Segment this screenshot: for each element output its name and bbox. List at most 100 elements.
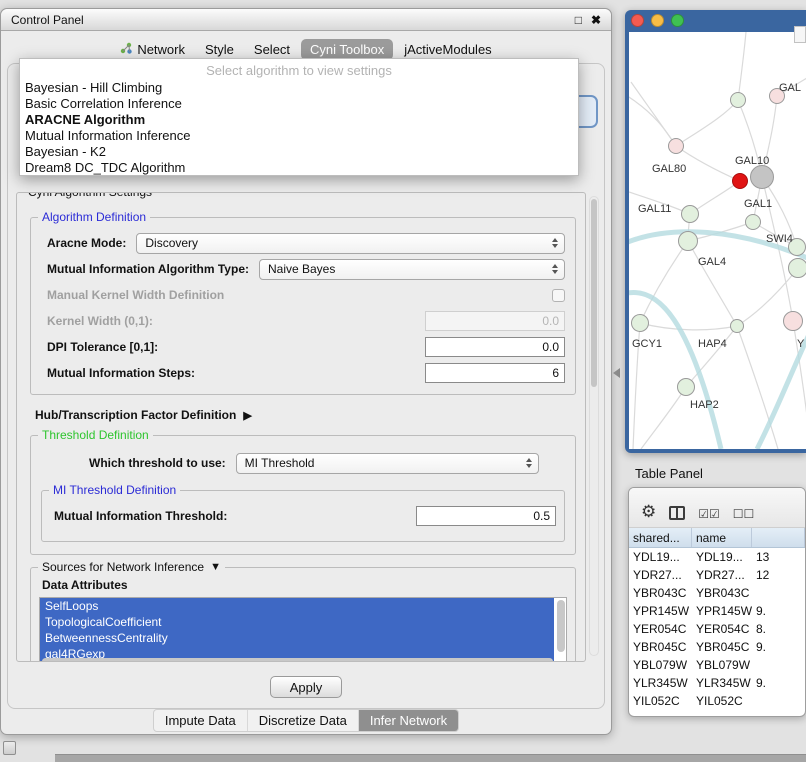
list-horizontal-scrollbar[interactable] (42, 658, 553, 662)
close-button[interactable] (631, 14, 644, 27)
expand-down-icon: ▼ (210, 561, 221, 573)
table-cell: YBL079W (629, 658, 692, 672)
table-header-cell[interactable] (752, 528, 805, 547)
network-node[interactable] (788, 258, 806, 278)
table-row[interactable]: YBR045CYBR045C9. (629, 638, 805, 656)
kernel-width-input[interactable] (425, 311, 565, 331)
manual-kernel-checkbox[interactable] (552, 289, 565, 302)
list-item-selfloops[interactable]: SelfLoops (40, 598, 554, 614)
cyni-settings-legend: Cyni Algorithm Settings (24, 192, 156, 199)
combo-arrows-icon (522, 458, 538, 468)
mi-steps-input[interactable] (425, 363, 565, 383)
menu-item-mutual-information-inference[interactable]: Mutual Information Inference (20, 128, 578, 144)
network-node[interactable] (745, 214, 761, 230)
table-cell: 9. (752, 676, 805, 690)
table-row[interactable]: YER054CYER054C8. (629, 620, 805, 638)
network-node[interactable] (730, 92, 746, 108)
list-vertical-scrollbar[interactable] (557, 600, 565, 652)
control-panel-tab-bar: Network StyleSelectCyni Toolbox jActiveMod… (1, 39, 611, 60)
table-row[interactable]: YDR27...YDR27...12 (629, 566, 805, 584)
bottom-tab-impute-data[interactable]: Impute Data (154, 710, 248, 731)
which-threshold-select[interactable]: MI Threshold (236, 453, 539, 474)
bottom-tab-bar: Impute DataDiscretize DataInfer Network (1, 709, 611, 732)
which-threshold-label: Which threshold to use: (89, 456, 226, 470)
tab-jactivemodules[interactable]: jActiveModules (395, 39, 500, 60)
select-columns-icon[interactable]: ☑☑ (698, 508, 720, 520)
kernel-width-label: Kernel Width (0,1): (47, 314, 153, 328)
table-row[interactable]: YBL079WYBL079W (629, 656, 805, 674)
mi-algorithm-type-row: Mutual Information Algorithm Type: Naive… (47, 258, 565, 280)
table-cell: YPR145W (692, 604, 752, 618)
minimize-button[interactable] (651, 14, 664, 27)
hub-section-toggle[interactable]: Hub/Transcription Factor Definition ▶ (35, 408, 576, 422)
network-node-label: HAP4 (698, 338, 727, 350)
tab-cyni-toolbox[interactable]: Cyni Toolbox (301, 39, 393, 60)
network-node[interactable] (750, 165, 774, 189)
table-row[interactable]: YDL19...YDL19...13 (629, 548, 805, 566)
tab-label: Network (137, 42, 185, 57)
tab-network[interactable]: Network (111, 39, 194, 60)
control-panel-titlebar[interactable]: Control Panel □ ✖ (1, 9, 611, 31)
table-cell: YDR27... (692, 568, 752, 582)
network-node[interactable] (668, 138, 684, 154)
network-canvas[interactable]: GALGAL80GAL10GAL11GAL1SWI4GAL4GCY1HAP4HA… (629, 32, 806, 449)
zoom-button[interactable] (671, 14, 684, 27)
table-cell: YIL052C (629, 694, 692, 708)
table-header-cell[interactable]: shared... (629, 528, 692, 547)
panel-collapse-arrow[interactable] (613, 368, 620, 378)
sources-legend[interactable]: Sources for Network Inference ▼ (38, 560, 225, 574)
network-node[interactable] (783, 311, 803, 331)
table-cell: 8. (752, 622, 805, 636)
data-attributes-rows: SelfLoopsTopologicalCoefficientBetweenne… (40, 598, 566, 662)
list-item-betweennesscentrality[interactable]: BetweennessCentrality (40, 630, 554, 646)
dpi-tolerance-input[interactable] (425, 337, 565, 357)
network-node[interactable] (631, 314, 649, 332)
network-node[interactable] (677, 378, 695, 396)
aracne-mode-value: Discovery (145, 236, 548, 250)
sources-group: Sources for Network Inference ▼ Data Att… (30, 567, 576, 662)
tab-style[interactable]: Style (196, 39, 243, 60)
mi-algorithm-type-select[interactable]: Naive Bayes (259, 259, 565, 280)
menu-item-dream8-dc-tdc-algorithm[interactable]: Dream8 DC_TDC Algorithm (20, 160, 578, 176)
network-node[interactable] (730, 319, 744, 333)
table-cell: YDL19... (629, 550, 692, 564)
table-cell: YBR043C (629, 586, 692, 600)
data-attributes-list[interactable]: SelfLoopsTopologicalCoefficientBetweenne… (39, 597, 567, 662)
table-cell: 13 (752, 550, 805, 564)
mi-threshold-row: Mutual Information Threshold: (50, 505, 556, 527)
apply-button[interactable]: Apply (270, 676, 342, 698)
bottom-tab-infer-network[interactable]: Infer Network (359, 710, 458, 731)
mi-threshold-input[interactable] (416, 506, 556, 526)
collapsed-panel-icon[interactable] (3, 741, 16, 755)
bottom-tab-discretize-data[interactable]: Discretize Data (248, 710, 359, 731)
columns-icon[interactable] (669, 506, 685, 520)
table-cell: 9. (752, 640, 805, 654)
close-window-icon[interactable]: ✖ (591, 14, 601, 26)
sources-legend-label: Sources for Network Inference (42, 560, 204, 574)
network-node[interactable] (732, 173, 748, 189)
settings-scrollbar[interactable] (589, 196, 599, 656)
titlebar-icons: □ ✖ (575, 14, 601, 26)
deselect-columns-icon[interactable]: ☐☐ (733, 508, 755, 520)
tab-label: jActiveModules (404, 42, 491, 57)
network-node[interactable] (678, 231, 698, 251)
aracne-mode-select[interactable]: Discovery (136, 233, 565, 254)
table-row[interactable]: YLR345WYLR345W9. (629, 674, 805, 692)
table-row[interactable]: YBR043CYBR043C (629, 584, 805, 602)
table-row[interactable]: YIL052CYIL052C (629, 692, 805, 710)
table-header-cell[interactable]: name (692, 528, 752, 547)
menu-item-aracne-algorithm[interactable]: ARACNE Algorithm (20, 112, 578, 128)
manual-kernel-row: Manual Kernel Width Definition (47, 284, 565, 306)
tab-select[interactable]: Select (245, 39, 299, 60)
list-item-topologicalcoefficient[interactable]: TopologicalCoefficient (40, 614, 554, 630)
gear-icon[interactable]: ⚙ (641, 503, 656, 520)
float-window-icon[interactable]: □ (575, 14, 582, 26)
menu-item-basic-correlation-inference[interactable]: Basic Correlation Inference (20, 96, 578, 112)
settings-scrollbar-thumb[interactable] (591, 199, 597, 387)
menu-item-bayesian-hill-climbing[interactable]: Bayesian - Hill Climbing (20, 80, 578, 96)
network-node[interactable] (681, 205, 699, 223)
menu-item-bayesian-k2[interactable]: Bayesian - K2 (20, 144, 578, 160)
table-row[interactable]: YPR145WYPR145W9. (629, 602, 805, 620)
mi-threshold-group: MI Threshold Definition Mutual Informati… (41, 490, 565, 542)
network-node-label: SWI4 (766, 233, 793, 245)
